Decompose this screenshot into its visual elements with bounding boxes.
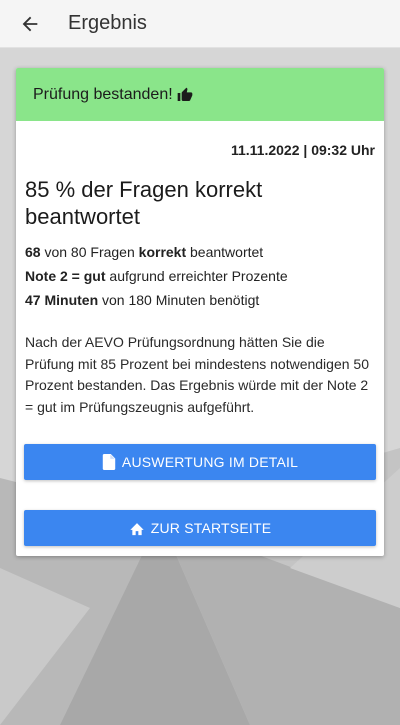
result-headline: 85 % der Fragen korrekt beantwortet [25,177,263,229]
document-icon [102,454,116,470]
arrow-back-icon [22,16,38,31]
banner-text: Prüfung bestanden! [33,85,173,103]
result-time: 09:32 Uhr [311,142,375,158]
correct-tail: beantwortet [190,244,264,260]
thumbs-up-icon [177,87,193,103]
datetime-separator: | [303,142,308,158]
minutes-bold: 47 Minuten [25,292,99,308]
result-datetime: 11.11.2022 | 09:32 Uhr [16,142,384,160]
page-title: Ergebnis [68,12,147,34]
detail-evaluation-button[interactable]: AUSWERTUNG IM DETAIL [24,444,376,480]
back-button[interactable] [8,0,52,48]
correct-mid: von 80 Fragen [44,244,135,260]
result-banner: Prüfung bestanden! [16,68,384,121]
home-button-label: ZUR STARTSEITE [150,520,272,536]
detail-button-label: AUSWERTUNG IM DETAIL [121,454,299,470]
stat-grade: Note 2 = gut aufgrund erreichter Prozent… [25,264,375,288]
result-stats: 68 von 80 Fragen korrekt beantwortet Not… [25,240,375,312]
grade-tail: aufgrund erreichter Prozente [109,268,288,284]
correct-bold: korrekt [138,244,187,260]
correct-count: 68 [25,244,41,260]
minutes-tail: von 180 Minuten benötigt [102,292,260,308]
home-icon [129,521,145,536]
app-bar: Ergebnis [0,0,400,48]
result-description: Nach der AEVO Prüfungsordnung hätten Sie… [25,334,369,415]
home-button[interactable]: ZUR STARTSEITE [24,510,376,546]
result-card: Prüfung bestanden! 11.11.2022 | 09:32 Uh… [16,68,384,556]
result-date: 11.11.2022 [230,142,300,158]
stat-minutes: 47 Minuten von 180 Minuten benötigt [25,288,375,312]
grade-bold: Note 2 = gut [25,268,106,284]
stat-correct: 68 von 80 Fragen korrekt beantwortet [25,240,375,264]
